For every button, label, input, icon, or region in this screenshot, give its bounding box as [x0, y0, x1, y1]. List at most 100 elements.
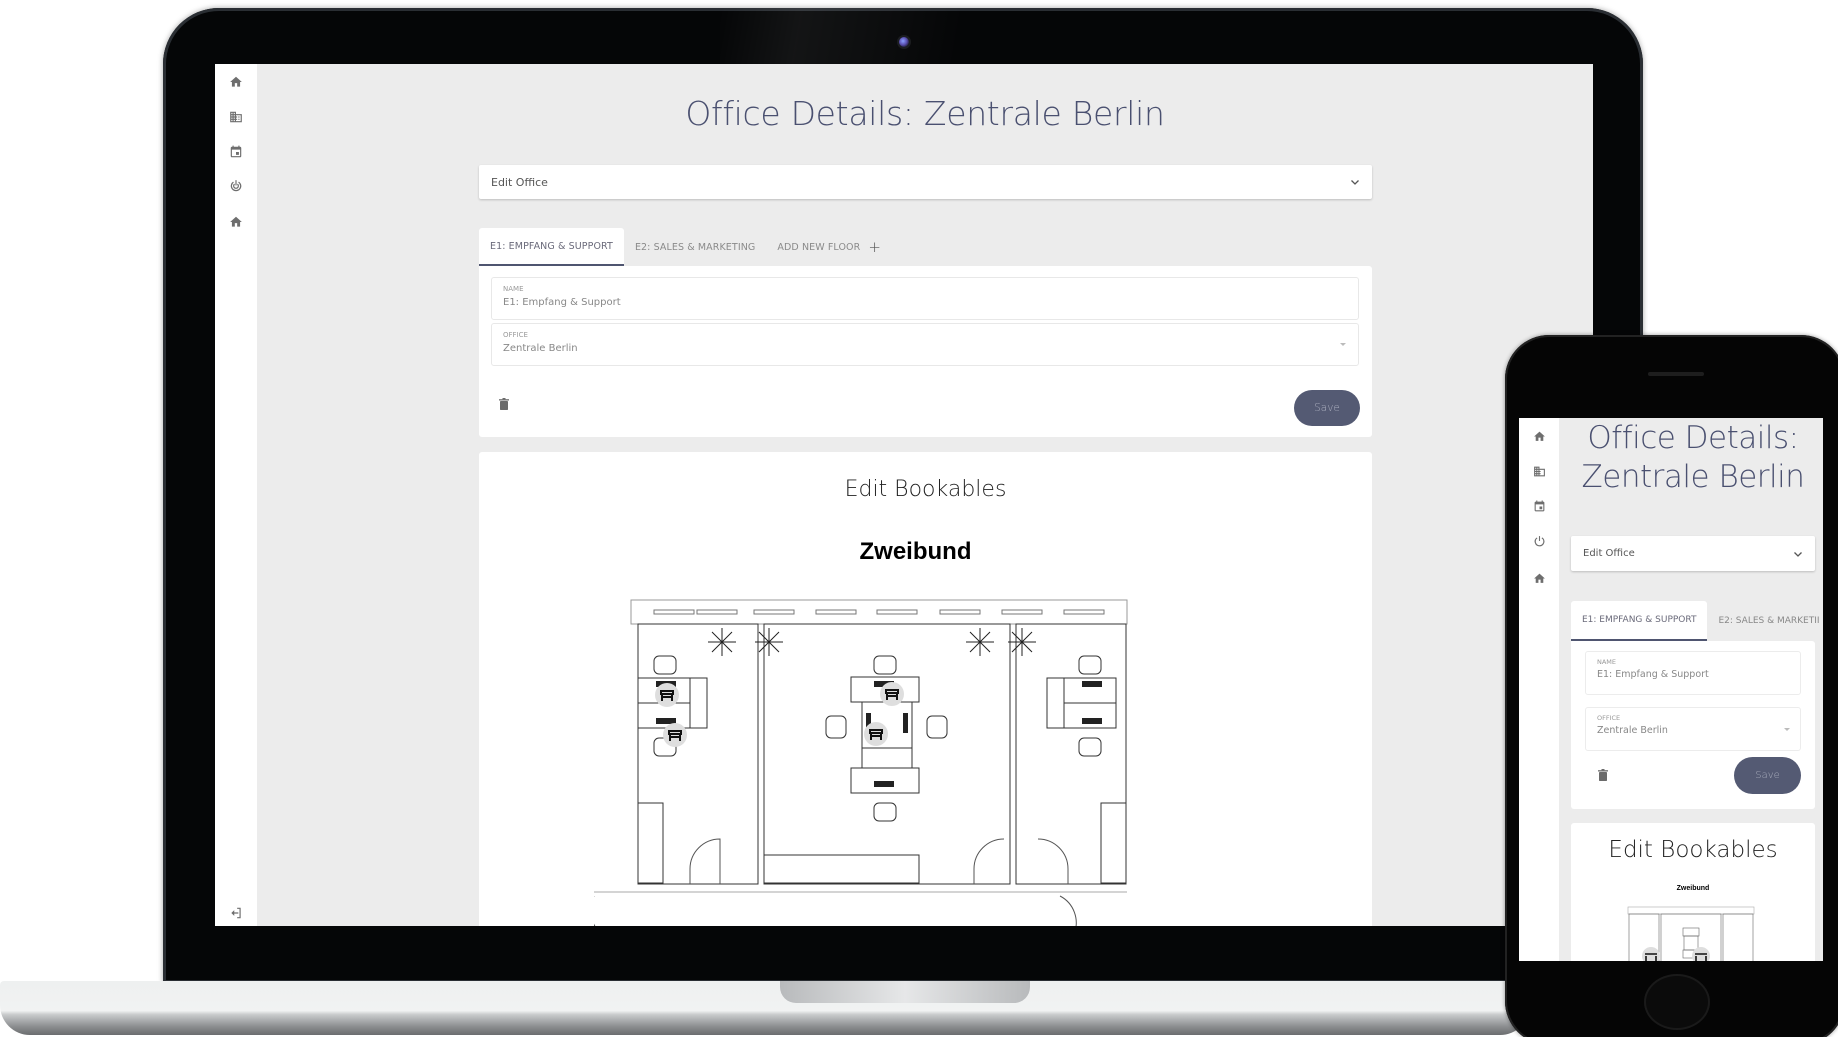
monitor	[1082, 718, 1102, 724]
phone-sidebar-item-home-2[interactable]	[1533, 570, 1546, 583]
office-select-label: OFFICE	[503, 331, 528, 339]
corridor-curve-left	[594, 896, 596, 926]
cabinet-left	[637, 802, 664, 884]
sidebar-item-status[interactable]	[229, 179, 243, 193]
floorplan[interactable]	[594, 598, 1134, 926]
sidebar-item-bookings[interactable]	[229, 145, 243, 159]
logout-icon	[231, 907, 241, 919]
chair	[653, 655, 677, 675]
chair	[653, 737, 677, 757]
room-center	[1660, 913, 1722, 961]
phone-save-button[interactable]: Save	[1734, 757, 1801, 794]
phone-speaker	[1648, 372, 1704, 376]
name-field-value: E1: Empfang & Support	[503, 297, 621, 308]
calendar-icon	[1534, 500, 1545, 512]
desk	[850, 676, 920, 703]
phone-bookables-title: Edit Bookables	[1608, 837, 1778, 863]
tab-e1-empfang-support[interactable]: E1: Empfang & Support	[479, 228, 624, 266]
plant-icon	[966, 628, 994, 656]
trash-icon[interactable]	[499, 398, 509, 410]
phone-sidebar-item-offices[interactable]	[1533, 463, 1546, 477]
tab-e2-sales-marketing[interactable]: E2: Sales & Marketing	[624, 228, 766, 266]
sidebar	[215, 64, 257, 926]
desk	[1683, 935, 1699, 951]
phone-office-select-value: Zentrale Berlin	[1597, 725, 1668, 736]
monitor	[656, 681, 676, 687]
add-new-floor-label: Add new floor	[777, 241, 861, 253]
plant-icon	[1008, 628, 1036, 656]
laptop-camera	[899, 37, 909, 47]
phone-sidebar-item-bookings[interactable]	[1533, 498, 1546, 512]
phone-floor-form-card: NAME E1: Empfang & Support OFFICE Zentra…	[1571, 641, 1815, 809]
chevron-down-icon	[1794, 551, 1802, 557]
bookables-card: Edit Bookables Zweibund	[479, 452, 1372, 926]
chair	[1078, 655, 1102, 675]
desk	[850, 767, 920, 794]
phone-office-select[interactable]: OFFICE Zentrale Berlin	[1585, 707, 1801, 751]
building-icon	[1534, 466, 1545, 477]
phone-home-button	[1644, 974, 1710, 1030]
floor-tabs: E1: Empfang & Support E2: Sales & Market…	[479, 228, 892, 266]
phone-office-select-label: OFFICE	[1597, 714, 1621, 722]
room-right	[1015, 623, 1127, 885]
phone-name-field-value: E1: Empfang & Support	[1597, 669, 1709, 680]
home-icon	[1534, 431, 1545, 441]
phone-screen: Office Details: Zentrale Berlin Edit Off…	[1519, 418, 1823, 961]
room-left	[637, 623, 759, 885]
phone-tab-e2[interactable]: E2: SALES & MARKETII	[1707, 601, 1823, 641]
phone-page-title: Office Details: Zentrale Berlin	[1571, 419, 1815, 497]
sidebar-item-home[interactable]	[229, 75, 243, 89]
building-icon	[230, 111, 242, 123]
chair	[926, 715, 948, 739]
name-field[interactable]: NAME E1: Empfang & Support	[491, 277, 1359, 320]
edit-office-dropdown[interactable]: Edit Office	[479, 165, 1372, 199]
laptop-screen: Office Details: Zentrale Berlin Edit Off…	[215, 64, 1593, 926]
office-select[interactable]: OFFICE Zentrale Berlin	[491, 323, 1359, 366]
phone-floor-tabs: E1: Empfang & Support E2: SALES & MARKET…	[1571, 601, 1823, 641]
home-icon	[230, 76, 242, 87]
edit-office-label: Edit Office	[491, 175, 548, 189]
bookables-title: Edit Bookables	[844, 477, 1007, 502]
phone-floorplan[interactable]	[1626, 906, 1756, 961]
office-select-value: Zentrale Berlin	[503, 343, 578, 354]
chevron-down-icon	[1351, 180, 1359, 185]
phone-title-line1: Office Details:	[1587, 420, 1799, 456]
monitor	[874, 781, 894, 787]
save-button[interactable]: Save	[1294, 390, 1360, 426]
monitor	[656, 718, 676, 724]
power-target-icon	[1534, 536, 1545, 547]
phone-sidebar	[1519, 418, 1559, 961]
phone-bookables-card: Edit Bookables Zweibund	[1571, 823, 1815, 961]
name-field-label: NAME	[503, 285, 524, 293]
home-icon	[230, 216, 242, 227]
sidebar-item-offices[interactable]	[229, 110, 243, 124]
sideboard	[763, 854, 920, 884]
desk	[637, 702, 691, 729]
phone-name-field[interactable]: NAME E1: Empfang & Support	[1585, 651, 1801, 695]
room-right	[1722, 913, 1754, 961]
chair	[1078, 737, 1102, 757]
phone-sidebar-item-status[interactable]	[1533, 533, 1546, 547]
door-center	[973, 838, 1005, 884]
desk	[1682, 927, 1700, 937]
sidebar-item-home-2[interactable]	[229, 215, 243, 229]
room-center	[763, 623, 1011, 885]
phone-floorplan-title: Zweibund	[1676, 885, 1710, 892]
caret-down-icon	[1340, 343, 1346, 346]
monitor	[903, 713, 908, 733]
door-left	[689, 838, 721, 884]
chair	[873, 802, 897, 822]
phone-edit-office-dropdown[interactable]: Edit Office	[1571, 536, 1815, 571]
phone-tab-e1[interactable]: E1: Empfang & Support	[1571, 601, 1708, 641]
trash-icon[interactable]	[1598, 769, 1608, 781]
desk-side	[689, 677, 708, 729]
desk-side	[1046, 677, 1065, 729]
desk	[1063, 702, 1117, 729]
tab-add-new-floor[interactable]: Add new floor +	[766, 228, 892, 266]
logout-button[interactable]	[229, 906, 243, 920]
door-right	[1037, 838, 1069, 884]
calendar-icon	[230, 145, 242, 158]
floorplan-title: Zweibund	[859, 538, 972, 565]
phone-sidebar-item-home[interactable]	[1533, 428, 1546, 441]
plant-icon	[708, 628, 736, 656]
